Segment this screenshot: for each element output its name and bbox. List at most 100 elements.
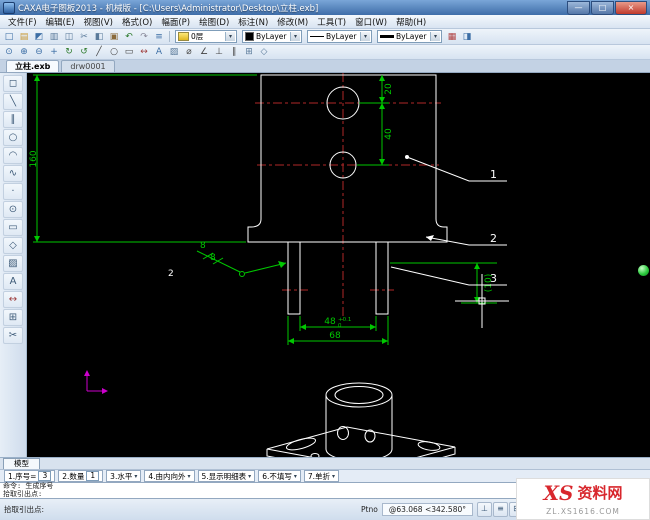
option-fill[interactable]: 6.不填写 ▾ — [258, 470, 301, 482]
option-serial-value[interactable]: 3 — [38, 471, 52, 481]
block-icon[interactable]: ⊞ — [3, 309, 23, 326]
status-prompt: 拾取引出点: — [4, 505, 45, 514]
dim-48-tol-dn: 0 — [338, 323, 342, 329]
menu-bar: 文件(F) 编辑(E) 视图(V) 格式(O) 幅面(P) 绘图(D) 标注(N… — [0, 15, 650, 29]
angle-tool-icon[interactable]: ∠ — [197, 46, 211, 58]
new-file-icon[interactable]: □ — [2, 31, 16, 43]
tab-lizhu-exb[interactable]: 立柱.exb — [6, 60, 60, 72]
menu-help[interactable]: 帮助(H) — [392, 16, 430, 28]
spline-icon[interactable]: ∿ — [3, 165, 23, 182]
ortho-toggle-icon[interactable]: ⊥ — [477, 502, 492, 517]
lineweight-swatch-icon — [380, 35, 394, 38]
diameter-tool-icon[interactable]: ⌀ — [182, 46, 196, 58]
menu-format[interactable]: 格式(O) — [118, 16, 156, 28]
menu-edit[interactable]: 编辑(E) — [42, 16, 79, 28]
menu-dimension[interactable]: 标注(N) — [234, 16, 272, 28]
callout-1: 1 — [490, 168, 497, 181]
chevron-down-icon[interactable]: ▾ — [430, 32, 440, 41]
dim-68: 68 — [329, 331, 341, 341]
color-combo[interactable]: ByLayer ▾ — [242, 30, 302, 43]
rectangle-icon[interactable]: ▭ — [3, 219, 23, 236]
menu-paper[interactable]: 幅面(P) — [157, 16, 194, 28]
parallel-tool-icon[interactable]: ∥ — [227, 46, 241, 58]
text-tool-icon[interactable]: A — [152, 46, 166, 58]
redo-icon[interactable]: ↷ — [137, 31, 151, 43]
title-bar: CAXA电子图板2013 - 机械版 - [C:\Users\Administr… — [0, 0, 650, 15]
option-horizontal[interactable]: 3.水平 ▾ — [106, 470, 142, 482]
close-button[interactable]: × — [615, 0, 647, 15]
option-fold[interactable]: 7.单折 ▾ — [303, 470, 340, 482]
cut-icon[interactable]: ✂ — [77, 31, 91, 43]
watermark-name: 资料网 — [577, 483, 623, 502]
drawing-toolbar: ◻ ╲ ∥ ○ ◠ ∿ · ⊙ ▭ ◇ ▨ A ↔ ⊞ ✂ — [0, 73, 27, 457]
dimension-tool-icon[interactable]: ↔ — [137, 46, 151, 58]
chevron-down-icon[interactable]: ▾ — [290, 32, 300, 41]
pan-view-icon[interactable]: + — [47, 46, 61, 58]
option-quantity[interactable]: 2.数量 1 — [58, 470, 104, 482]
previous-view-icon[interactable]: ↺ — [77, 46, 91, 58]
copy-icon[interactable]: ◧ — [92, 31, 106, 43]
erase-icon[interactable]: ✂ — [3, 327, 23, 344]
minimize-button[interactable]: — — [567, 0, 590, 15]
hatch-tool-icon[interactable]: ▨ — [167, 46, 181, 58]
option-bom[interactable]: 5.显示明细表 ▾ — [197, 470, 256, 482]
centerlines — [255, 73, 441, 320]
polygon-icon[interactable]: ◇ — [3, 237, 23, 254]
hatch-icon[interactable]: ▨ — [3, 255, 23, 272]
option-serial[interactable]: 1.序号= 3 — [4, 470, 56, 482]
ortho-tool-icon[interactable]: ⊥ — [212, 46, 226, 58]
rect-tool-icon[interactable]: ▭ — [122, 46, 136, 58]
tab-drw0001[interactable]: drw0001 — [61, 60, 115, 72]
line-tool-icon[interactable]: ╱ — [92, 46, 106, 58]
dim-20: 20 — [384, 83, 394, 95]
paste-icon[interactable]: ▣ — [107, 31, 121, 43]
zoom-out-icon[interactable]: ⊖ — [32, 46, 46, 58]
linetype-swatch-icon — [310, 36, 324, 37]
app-icon — [3, 1, 15, 14]
arc-icon[interactable]: ◠ — [3, 147, 23, 164]
chevron-down-icon[interactable]: ▾ — [225, 32, 235, 41]
circle-tool-icon[interactable]: ○ — [107, 46, 121, 58]
zoom-in-icon[interactable]: ⊕ — [17, 46, 31, 58]
menu-window[interactable]: 窗口(W) — [351, 16, 391, 28]
ellipse-icon[interactable]: ⊙ — [3, 201, 23, 218]
print-preview-icon[interactable]: ◫ — [62, 31, 76, 43]
print-icon[interactable]: ▥ — [47, 31, 61, 43]
undo-icon[interactable]: ↶ — [122, 31, 136, 43]
menu-modify[interactable]: 修改(M) — [273, 16, 312, 28]
open-file-icon[interactable]: ▤ — [17, 31, 31, 43]
regen-view-icon[interactable]: ↻ — [62, 46, 76, 58]
snap-tool-icon[interactable]: ◇ — [257, 46, 271, 58]
zoom-dynamic-icon[interactable]: ⊙ — [2, 46, 16, 58]
layer-combo[interactable]: 0层 ▾ — [175, 30, 237, 43]
linetype-combo[interactable]: ByLayer ▾ — [307, 30, 372, 43]
chevron-down-icon[interactable]: ▾ — [360, 32, 370, 41]
assistant-ball-button[interactable] — [638, 265, 649, 276]
dimension-icon[interactable]: ↔ — [3, 291, 23, 308]
point-icon[interactable]: · — [3, 183, 23, 200]
circle-icon[interactable]: ○ — [3, 129, 23, 146]
option-fill-label: 6.不填写 — [262, 471, 292, 481]
text-icon[interactable]: A — [3, 273, 23, 290]
select-icon[interactable]: ◻ — [3, 75, 23, 92]
menu-view[interactable]: 视图(V) — [80, 16, 117, 28]
weld-size-b: 8 — [210, 253, 216, 263]
model-tab[interactable]: 模型 — [3, 457, 40, 470]
maximize-button[interactable]: □ — [591, 0, 614, 15]
block-tool-icon[interactable]: ⊞ — [242, 46, 256, 58]
menu-file[interactable]: 文件(F) — [4, 16, 41, 28]
drawing-canvas[interactable]: 160 20 40 48 +0.1 0 68 (10) 8 8 1 2 3 2 — [27, 73, 650, 457]
parallel-line-icon[interactable]: ∥ — [3, 111, 23, 128]
properties-icon[interactable]: ◨ — [460, 31, 474, 43]
option-bom-label: 5.显示明细表 — [201, 471, 247, 481]
lineweight-combo[interactable]: ByLayer ▾ — [377, 30, 442, 43]
menu-draw[interactable]: 绘图(D) — [195, 16, 233, 28]
option-quantity-value[interactable]: 1 — [86, 471, 100, 481]
layer-manager-icon[interactable]: ≡ — [152, 31, 166, 43]
color-palette-icon[interactable]: ▦ — [445, 31, 459, 43]
save-file-icon[interactable]: ◩ — [32, 31, 46, 43]
line-icon[interactable]: ╲ — [3, 93, 23, 110]
menu-tools[interactable]: 工具(T) — [313, 16, 350, 28]
option-direction[interactable]: 4.由内向外 ▾ — [144, 470, 195, 482]
linewidth-toggle-icon[interactable]: ≡ — [493, 502, 508, 517]
